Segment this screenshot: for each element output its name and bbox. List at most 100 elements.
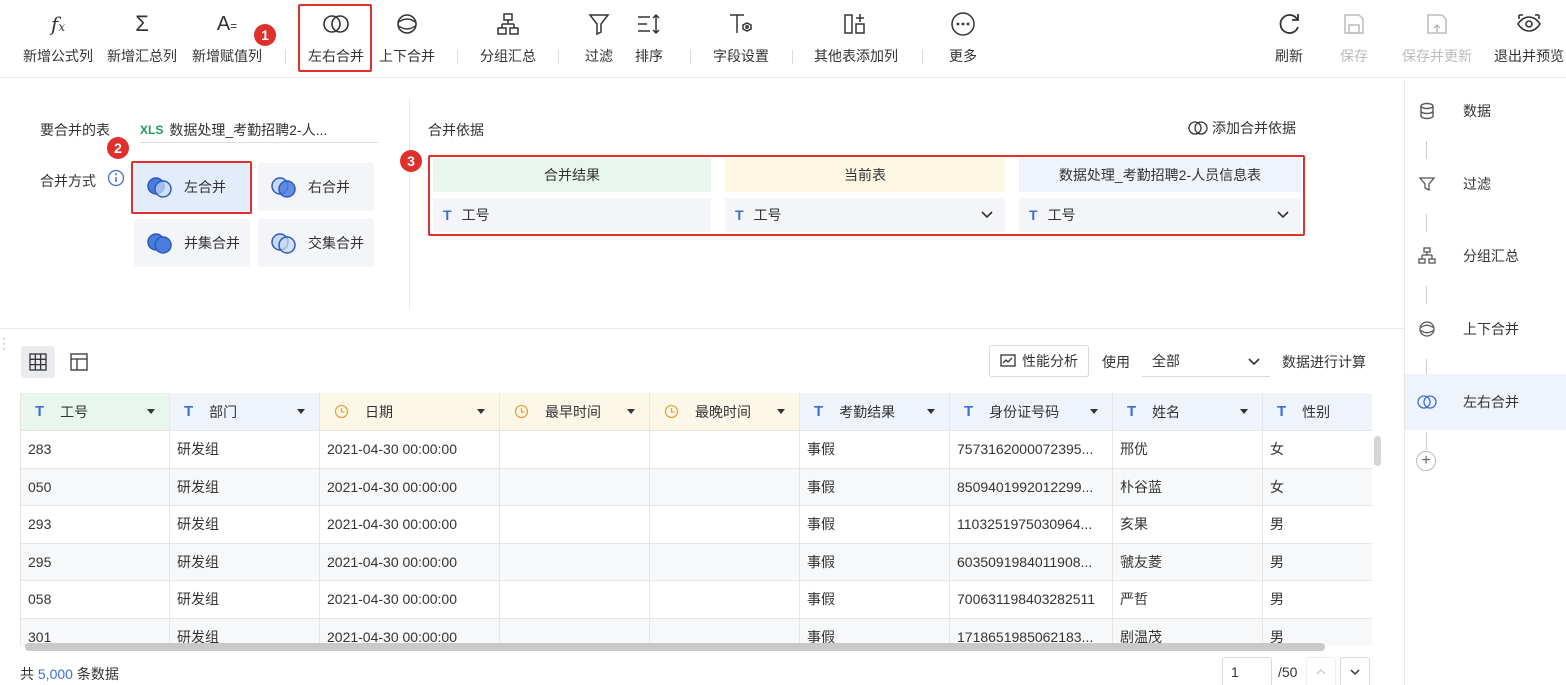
vertical-scrollbar[interactable] [1374, 436, 1381, 466]
group-summary-icon [496, 10, 520, 38]
field-settings-icon [728, 10, 754, 38]
group-summary-icon [1417, 247, 1437, 265]
column-header[interactable]: T 部门 [170, 393, 320, 431]
dropdown-caret-icon[interactable] [1090, 409, 1098, 414]
layout-view-button[interactable] [62, 346, 96, 378]
text-type-icon: T [35, 403, 45, 420]
text-type-icon: T [964, 403, 974, 420]
highlight-box [428, 155, 1305, 236]
toolbar-divider [792, 50, 793, 64]
column-header[interactable]: T 性别 [1263, 393, 1372, 431]
chevron-down-icon [1248, 358, 1260, 366]
table-row[interactable]: 283 研发组 2021-04-30 00:00:00 事假 757316200… [21, 431, 1372, 469]
column-header[interactable]: T 姓名 [1113, 393, 1263, 431]
intersection-join-icon [271, 233, 296, 254]
add-summary-column-button[interactable]: Σ 新增汇总列 [104, 0, 180, 78]
dropdown-caret-icon[interactable] [927, 409, 935, 414]
column-header[interactable]: 最晚时间 [650, 393, 800, 431]
column-header[interactable]: 最早时间 [500, 393, 650, 431]
table-row[interactable]: 050 研发组 2021-04-30 00:00:00 事假 850940199… [21, 468, 1372, 506]
add-assign-column-button[interactable]: A= 新增赋值列 [189, 0, 265, 78]
up-down-merge-icon [395, 10, 419, 38]
text-type-icon: T [1277, 403, 1287, 420]
text-type-icon: T [814, 403, 824, 420]
table-row[interactable]: 293 研发组 2021-04-30 00:00:00 事假 110325197… [21, 506, 1372, 544]
left-right-merge-button[interactable]: 左右合并 [302, 0, 370, 78]
step-up-down-merge[interactable]: 上下合并 [1405, 301, 1566, 357]
group-summary-button[interactable]: 分组汇总 [474, 0, 542, 78]
step-group-summary[interactable]: 分组汇总 [1405, 228, 1566, 284]
formula-icon: fx [50, 12, 66, 36]
sort-button[interactable]: 排序 [628, 0, 670, 78]
right-join-option[interactable]: 右合并 [258, 163, 374, 211]
save-button[interactable]: 保存 [1332, 0, 1376, 78]
step-connector [1426, 432, 1427, 450]
merge-table-selector[interactable]: XLS 数据处理_考勤招聘2-人... [140, 117, 378, 143]
horizontal-scrollbar[interactable] [25, 643, 1325, 651]
step-data[interactable]: 数据 [1405, 83, 1566, 139]
step-left-right-merge[interactable]: 左右合并 [1405, 374, 1566, 430]
dropdown-caret-icon[interactable] [147, 409, 155, 414]
save-and-update-button[interactable]: 保存并更新 [1398, 0, 1476, 78]
column-header[interactable]: 日期 [320, 393, 500, 431]
toolbar-divider [457, 50, 458, 64]
save-icon [1342, 10, 1366, 38]
column-header[interactable]: T 工号 [21, 393, 170, 431]
step-filter[interactable]: 过滤 [1405, 156, 1566, 212]
intersection-join-option[interactable]: 交集合并 [258, 219, 374, 267]
preview-icon [1516, 10, 1542, 38]
table-row[interactable]: 058 研发组 2021-04-30 00:00:00 事假 700631198… [21, 581, 1372, 619]
next-page-button[interactable] [1340, 657, 1370, 685]
dropdown-caret-icon[interactable] [1240, 409, 1248, 414]
toolbar-divider [285, 50, 286, 64]
merge-basis-label: 合并依据 [428, 122, 484, 138]
column-header[interactable]: T 身份证号码 [950, 393, 1113, 431]
data-scope-select[interactable]: 全部 [1142, 345, 1270, 377]
dropdown-caret-icon[interactable] [477, 409, 485, 414]
database-icon [1417, 102, 1437, 120]
table-header: T 工号 T 部门 日期 最早时间 最晚时间 T 考勤结果 T 身份证号码 T 姓名 T性… [21, 393, 1372, 431]
chevron-up-icon [1316, 668, 1326, 675]
chevron-down-icon [1350, 669, 1360, 676]
union-join-icon [147, 233, 172, 254]
merge-table-name: 数据处理_考勤招聘2-人... [169, 121, 328, 138]
add-column-from-other-table-button[interactable]: 其他表添加列 [808, 0, 904, 78]
dropdown-caret-icon[interactable] [297, 409, 305, 414]
excel-icon: XLS [140, 122, 164, 137]
toolbar-divider [690, 50, 691, 64]
table-row[interactable]: 301 研发组 2021-04-30 00:00:00 事假 171865198… [21, 618, 1372, 646]
drag-handle-icon[interactable]: · · · [2, 332, 6, 354]
more-icon [950, 10, 976, 38]
left-right-merge-icon [1417, 394, 1437, 410]
layout-icon [70, 353, 88, 371]
table-row[interactable]: 295 研发组 2021-04-30 00:00:00 事假 603509198… [21, 543, 1372, 581]
column-header[interactable]: T 考勤结果 [800, 393, 950, 431]
refresh-icon [1276, 10, 1302, 38]
more-button[interactable]: 更多 [940, 0, 986, 78]
chart-icon [1000, 354, 1016, 367]
table-label: 要合并的表 [40, 122, 110, 138]
save-update-icon [1425, 10, 1449, 38]
grid-view-button[interactable] [21, 346, 55, 378]
field-settings-button[interactable]: 字段设置 [706, 0, 776, 78]
info-icon[interactable] [107, 169, 125, 190]
prev-page-button[interactable] [1306, 657, 1336, 685]
add-column-icon [843, 10, 869, 38]
add-step-button[interactable]: + [1416, 451, 1436, 471]
calculate-label: 数据进行计算 [1282, 354, 1366, 370]
performance-analysis-button[interactable]: 性能分析 [989, 345, 1089, 377]
clock-icon [664, 404, 679, 419]
dropdown-caret-icon[interactable] [627, 409, 635, 414]
add-merge-basis-button[interactable]: 添加合并依据 [1188, 118, 1296, 138]
filter-button[interactable]: 过滤 [578, 0, 620, 78]
up-down-merge-button[interactable]: 上下合并 [374, 0, 440, 78]
exit-and-preview-button[interactable]: 退出并预览 [1492, 0, 1566, 78]
step-sidebar: 数据 过滤 分组汇总 上下合并 左右合并 + [1404, 79, 1566, 685]
add-formula-column-button[interactable]: fx 新增公式列 [20, 0, 96, 78]
clock-icon [334, 404, 349, 419]
page-number-input[interactable]: 1 [1222, 657, 1272, 685]
filter-icon [588, 10, 610, 38]
dropdown-caret-icon[interactable] [777, 409, 785, 414]
refresh-button[interactable]: 刷新 [1268, 0, 1310, 78]
union-join-option[interactable]: 并集合并 [134, 219, 250, 267]
